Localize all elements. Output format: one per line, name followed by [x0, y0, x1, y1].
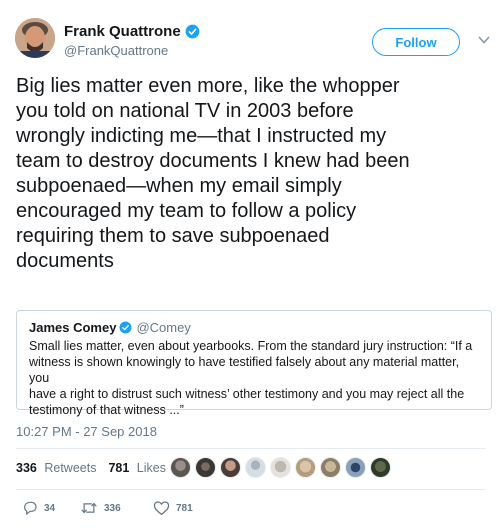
quoted-tweet[interactable]: James Comey @Comey Small lies matter, ev…: [16, 310, 492, 417]
verified-badge-icon: [185, 24, 200, 39]
liker-avatar[interactable]: [295, 457, 316, 478]
liker-avatar[interactable]: [320, 457, 341, 478]
follow-button[interactable]: Follow: [372, 28, 460, 56]
tweet-stats: 336 Retweets 781 Likes: [16, 461, 166, 475]
liker-avatars: [170, 457, 395, 478]
tweet-actions: 34 336 781: [16, 500, 216, 520]
quoted-display-name: James Comey: [29, 320, 117, 335]
divider: [16, 489, 486, 490]
quoted-handle: @Comey: [136, 320, 191, 335]
retweet-button[interactable]: 336: [80, 500, 121, 516]
like-button[interactable]: 781: [153, 500, 193, 516]
retweet-count: 336: [104, 502, 121, 514]
reply-count: 34: [44, 502, 56, 514]
liker-avatar[interactable]: [220, 457, 241, 478]
liker-avatar[interactable]: [270, 457, 291, 478]
like-count: 781: [176, 502, 193, 514]
liker-avatar[interactable]: [370, 457, 391, 478]
liker-avatar[interactable]: [245, 457, 266, 478]
tweet-card: Frank Quattrone @FrankQuattrone Follow B…: [0, 0, 501, 532]
quoted-tweet-text: Small lies matter, even about yearbooks.…: [29, 339, 473, 417]
tweet-body: Big lies matter even more, like the whop…: [16, 75, 410, 272]
retweets-stat[interactable]: 336 Retweets: [16, 461, 96, 475]
liker-avatar[interactable]: [195, 457, 216, 478]
reply-icon: [24, 501, 37, 515]
likes-count: 781: [108, 461, 130, 475]
author-avatar[interactable]: [15, 18, 55, 58]
reply-button[interactable]: 34: [22, 500, 55, 516]
quoted-author-row: James Comey @Comey: [29, 320, 191, 335]
tweet-timestamp[interactable]: 10:27 PM - 27 Sep 2018: [16, 424, 157, 439]
heart-icon: [153, 501, 170, 516]
likes-stat[interactable]: 781 Likes: [108, 461, 166, 475]
liker-avatar[interactable]: [170, 457, 191, 478]
divider: [16, 448, 486, 449]
author-display-name[interactable]: Frank Quattrone: [64, 23, 181, 40]
likes-label: Likes: [136, 461, 166, 475]
verified-badge-icon: [119, 321, 132, 334]
liker-avatar[interactable]: [345, 457, 366, 478]
retweets-count: 336: [16, 461, 37, 475]
chevron-down-icon[interactable]: [478, 35, 490, 45]
retweets-label: Retweets: [44, 461, 97, 475]
author-name-row: Frank Quattrone: [64, 23, 200, 40]
retweet-icon: [81, 502, 97, 514]
avatar-photo: [15, 18, 55, 58]
author-handle[interactable]: @FrankQuattrone: [64, 43, 168, 58]
